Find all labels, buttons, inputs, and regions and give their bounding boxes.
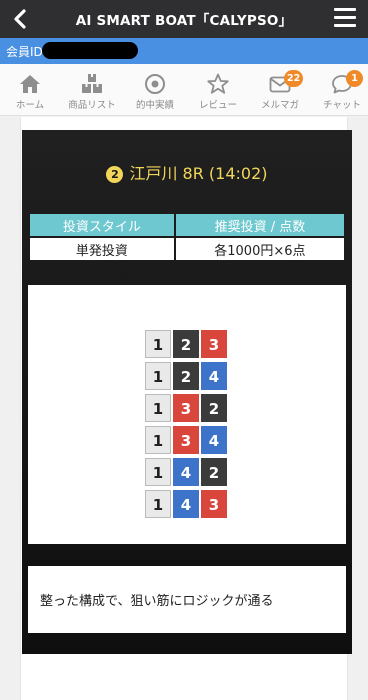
boat-number-cell: 4 bbox=[201, 362, 227, 390]
boat-number-cell: 3 bbox=[173, 394, 199, 422]
nav-hit-record[interactable]: 的中実績 bbox=[125, 64, 185, 116]
prediction-panel: 2 江戸川 8R (14:02) 投資スタイル 推奨投資 / 点数 単発投資 各1… bbox=[22, 130, 352, 654]
nav-label: チャット bbox=[323, 100, 361, 111]
nav-chat[interactable]: 1 チャット bbox=[312, 64, 368, 116]
boat-number-cell: 1 bbox=[145, 490, 171, 518]
investment-style-header: 投資スタイル bbox=[30, 214, 174, 236]
pick-row: 134 bbox=[145, 426, 229, 454]
nav-review[interactable]: レビュー bbox=[188, 64, 248, 116]
investment-table: 投資スタイル 推奨投資 / 点数 単発投資 各1000円×6点 bbox=[28, 212, 346, 262]
boat-number-cell: 3 bbox=[173, 426, 199, 454]
boxes-icon bbox=[82, 74, 102, 93]
race-title: 2 江戸川 8R (14:02) bbox=[22, 160, 352, 184]
comment-box: 整った構成で、狙い筋にロジックが通る bbox=[28, 566, 346, 633]
target-icon bbox=[145, 74, 165, 94]
nav-product-list[interactable]: 商品リスト bbox=[62, 64, 122, 116]
picks-box: 123124132134142143 bbox=[28, 285, 346, 544]
boat-number-cell: 2 bbox=[173, 330, 199, 358]
boat-number-cell: 2 bbox=[173, 362, 199, 390]
boat-number-cell: 2 bbox=[201, 394, 227, 422]
picks-grid: 123124132134142143 bbox=[145, 330, 229, 522]
pick-row: 124 bbox=[145, 362, 229, 390]
hamburger-menu-icon[interactable] bbox=[334, 8, 356, 28]
nav-home[interactable]: ホーム bbox=[0, 64, 60, 116]
race-number-badge: 2 bbox=[106, 166, 124, 183]
boat-number-cell: 1 bbox=[145, 394, 171, 422]
boat-number-cell: 4 bbox=[173, 458, 199, 486]
member-id-bar: 会員ID bbox=[0, 38, 368, 64]
boat-number-cell: 1 bbox=[145, 426, 171, 454]
chat-badge: 1 bbox=[346, 70, 363, 87]
boat-number-cell: 2 bbox=[201, 458, 227, 486]
nav-mail-magazine[interactable]: 22 メルマガ bbox=[250, 64, 310, 116]
recommended-investment-header: 推奨投資 / 点数 bbox=[175, 214, 344, 236]
pick-row: 123 bbox=[145, 330, 229, 358]
boat-number-cell: 4 bbox=[201, 426, 227, 454]
member-id-redacted bbox=[42, 42, 138, 59]
home-icon bbox=[20, 75, 40, 93]
star-icon bbox=[207, 73, 229, 94]
recommended-investment-value: 各1000円×6点 bbox=[175, 238, 344, 260]
boat-number-cell: 1 bbox=[145, 458, 171, 486]
boat-number-cell: 3 bbox=[201, 330, 227, 358]
investment-style-value: 単発投資 bbox=[30, 238, 174, 260]
mail-badge: 22 bbox=[284, 70, 304, 87]
pick-row: 143 bbox=[145, 490, 229, 518]
tab-navigation: ホーム 商品リスト 的中実績 レビュー 22 メルマガ 1 チャット bbox=[0, 64, 368, 116]
boat-number-cell: 4 bbox=[173, 490, 199, 518]
pick-row: 142 bbox=[145, 458, 229, 486]
comment-text: 整った構成で、狙い筋にロジックが通る bbox=[40, 594, 274, 609]
pick-row: 132 bbox=[145, 394, 229, 422]
boat-number-cell: 3 bbox=[201, 490, 227, 518]
top-app-bar: AI SMART BOAT「CALYPSO」 bbox=[0, 0, 368, 38]
race-title-text: 江戸川 8R (14:02) bbox=[129, 164, 268, 183]
nav-label: 的中実績 bbox=[135, 100, 174, 111]
nav-label: 商品リスト bbox=[68, 100, 116, 111]
app-title: AI SMART BOAT「CALYPSO」 bbox=[75, 13, 293, 29]
boat-number-cell: 1 bbox=[145, 362, 171, 390]
member-id-label: 会員ID bbox=[6, 45, 43, 59]
boat-number-cell: 1 bbox=[145, 330, 171, 358]
